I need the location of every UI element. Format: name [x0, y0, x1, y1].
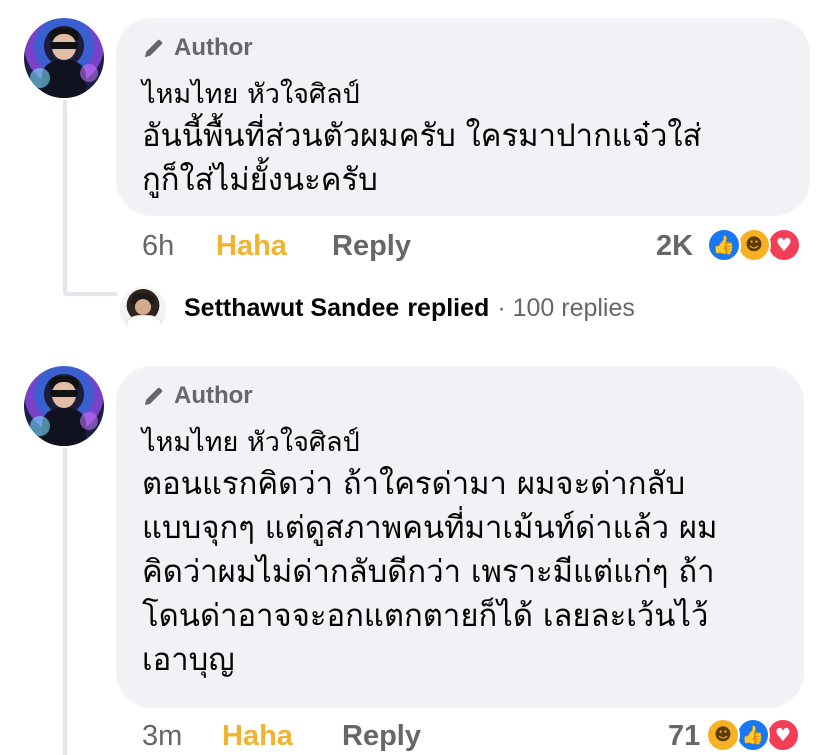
- comment-text-line: โดนด่าอาจจะอกแตกตายก็ได้ เลยละเว้นไว้: [142, 598, 709, 634]
- view-replies-link[interactable]: Setthawut Sandee replied · 100 replies: [184, 294, 635, 323]
- haha-button[interactable]: Haha: [216, 230, 287, 263]
- thread-line: [63, 448, 67, 755]
- like-reaction-icon: 👍: [736, 718, 770, 752]
- pencil-icon: [142, 36, 166, 60]
- author-badge-label: Author: [174, 382, 253, 409]
- reply-button[interactable]: Reply: [332, 230, 411, 263]
- comment-text-line: ตอนแรกคิดว่า ถ้าใครด่ามา ผมจะด่ากลับ: [142, 466, 686, 502]
- replier-name[interactable]: Setthawut Sandee: [184, 294, 399, 323]
- haha-reaction-icon: ☻: [706, 718, 740, 752]
- like-reaction-icon: 👍: [707, 228, 741, 262]
- comment-text-line: แบบจุกๆ แต่ดูสภาพคนที่มาเม้นท์ด่าแล้ว ผม: [142, 510, 718, 546]
- reply-button[interactable]: Reply: [342, 720, 421, 753]
- author-avatar[interactable]: [24, 18, 104, 98]
- comment-timestamp[interactable]: 3m: [142, 720, 182, 753]
- comment-text-line: กูก็ใส่ไม่ยั้งนะครับ: [142, 162, 378, 198]
- reply-count[interactable]: · 100 replies: [497, 294, 635, 323]
- reaction-count[interactable]: 2K: [656, 230, 693, 263]
- replier-avatar[interactable]: [120, 287, 166, 333]
- comment-timestamp[interactable]: 6h: [142, 230, 174, 263]
- thread-line: [63, 100, 67, 296]
- author-badge-label: Author: [174, 34, 253, 61]
- thread-line-elbow: [63, 292, 117, 296]
- love-reaction-icon: ♥: [766, 718, 800, 752]
- author-badge: Author: [142, 382, 253, 410]
- love-reaction-icon: ♥: [767, 228, 801, 262]
- comment-text-line: คิดว่าผมไม่ด่ากลับดีกว่า เพราะมีแต่แก่ๆ …: [142, 554, 715, 590]
- replied-label: replied: [407, 294, 490, 322]
- author-badge: Author: [142, 34, 253, 62]
- commenter-name[interactable]: ไหมไทย หัวใจศิลป์: [142, 72, 360, 115]
- author-avatar[interactable]: [24, 366, 104, 446]
- comment-text-line: เอาบุญ: [142, 642, 235, 678]
- reaction-count[interactable]: 71: [668, 720, 700, 753]
- comment-text-line: อันนี้พื้นที่ส่วนตัวผมครับ ใครมาปากแจ๋วใ…: [142, 118, 702, 154]
- haha-button[interactable]: Haha: [222, 720, 293, 753]
- commenter-name[interactable]: ไหมไทย หัวใจศิลป์: [142, 420, 360, 463]
- haha-reaction-icon: ☻: [737, 228, 771, 262]
- pencil-icon: [142, 384, 166, 408]
